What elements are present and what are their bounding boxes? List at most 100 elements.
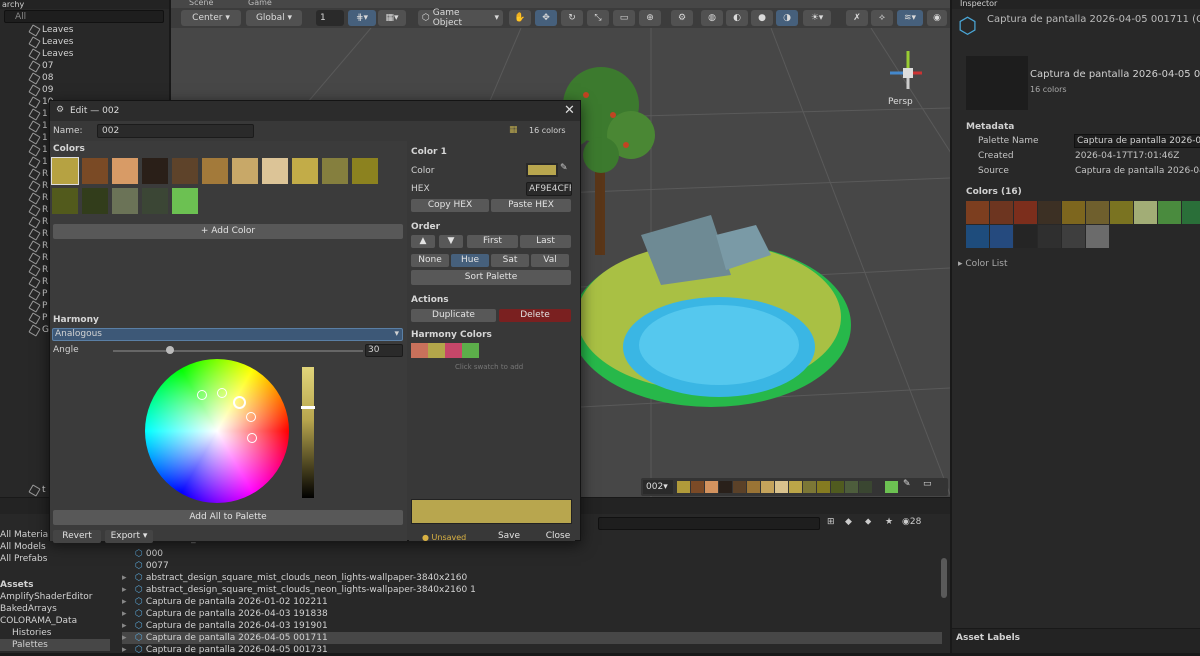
lit-icon[interactable]: ◑ xyxy=(776,10,798,26)
duplicate-button[interactable]: Duplicate xyxy=(411,309,496,322)
overlay-swatch[interactable] xyxy=(719,481,732,493)
harmony-handle[interactable] xyxy=(247,433,257,443)
copy-hex-button[interactable]: Copy HEX xyxy=(411,199,489,212)
name-field[interactable]: 002 xyxy=(97,124,254,138)
game-object-dropdown[interactable]: ⬡ Game Object ▾ xyxy=(418,8,503,28)
lighting-toggle-icon[interactable]: ☀▾ xyxy=(803,10,831,26)
visibility-icon[interactable]: ◉ xyxy=(927,10,947,26)
filter-tag-icon[interactable]: ⬥ xyxy=(865,517,871,527)
angle-slider-track[interactable] xyxy=(113,350,363,352)
harmony-handle[interactable] xyxy=(246,412,256,422)
close-icon[interactable]: ✕ xyxy=(564,103,575,118)
harmony-handle[interactable] xyxy=(197,390,207,400)
sort-mode-val[interactable]: Val xyxy=(531,254,569,267)
hierarchy-item[interactable]: Leaves xyxy=(28,47,73,61)
hierarchy-item[interactable]: 08 xyxy=(28,71,53,85)
palette-swatch[interactable] xyxy=(112,188,138,214)
project-sidebar-item[interactable]: Palettes xyxy=(0,639,110,651)
project-sidebar-item[interactable]: All Prefabs xyxy=(0,553,110,565)
perspective-label[interactable]: Persp xyxy=(888,97,913,107)
palette-overlay-dropdown[interactable]: 002▾ xyxy=(643,480,673,494)
inspector-swatch[interactable] xyxy=(1062,201,1085,224)
sort-mode-none[interactable]: None xyxy=(411,254,449,267)
palette-swatch[interactable] xyxy=(142,188,168,214)
tab-game[interactable]: Game xyxy=(248,0,272,8)
project-sidebar-item[interactable]: COLORAMA_Data xyxy=(0,615,110,627)
palette-swatch[interactable] xyxy=(232,158,258,184)
hierarchy-item[interactable]: 1 xyxy=(28,131,48,145)
overlay-swatch[interactable] xyxy=(691,481,704,493)
palette-swatch[interactable] xyxy=(202,158,228,184)
palette-name-field[interactable]: Captura de pantalla 2026-04- xyxy=(1074,134,1200,148)
orientation-gizmo[interactable]: Persp xyxy=(880,45,936,107)
revert-button[interactable]: Revert xyxy=(53,530,101,543)
first-button[interactable]: First xyxy=(467,235,518,248)
hierarchy-item[interactable]: P xyxy=(28,311,47,325)
hierarchy-item[interactable]: R xyxy=(28,215,48,229)
overlay-swatch[interactable] xyxy=(761,481,774,493)
overlay-swatch[interactable] xyxy=(817,481,830,493)
color-wheel[interactable] xyxy=(145,359,289,503)
project-item[interactable]: ▸ ⬡ Captura de pantalla 2026-04-03 191901 xyxy=(122,620,942,632)
palette-swatch[interactable] xyxy=(262,158,288,184)
hierarchy-item[interactable]: R xyxy=(28,179,48,193)
project-sidebar-item[interactable]: BakedArrays xyxy=(0,603,110,615)
pivot-dropdown[interactable]: Center ▾ xyxy=(181,10,241,26)
project-sidebar-item[interactable]: Assets xyxy=(0,579,110,591)
inspector-swatch[interactable] xyxy=(966,225,989,248)
transform-tool-icon[interactable]: ⊕ xyxy=(639,10,661,26)
hierarchy-item[interactable]: R xyxy=(28,239,48,253)
delete-button[interactable]: Delete xyxy=(499,309,571,322)
palette-swatch[interactable] xyxy=(82,158,108,184)
hierarchy-item[interactable]: P xyxy=(28,299,47,313)
color-field[interactable] xyxy=(526,163,558,177)
inspector-swatch[interactable] xyxy=(990,225,1013,248)
hierarchy-tab[interactable]: archy xyxy=(0,0,169,9)
eyedropper-icon[interactable]: ✎ xyxy=(560,163,568,173)
overlay-swatch[interactable] xyxy=(733,481,746,493)
export-button[interactable]: Export ▾ xyxy=(105,530,153,543)
overlay-swatch[interactable] xyxy=(747,481,760,493)
hierarchy-item[interactable]: 07 xyxy=(28,59,53,73)
palette-swatch[interactable] xyxy=(52,188,78,214)
hierarchy-item[interactable]: 1 xyxy=(28,107,48,121)
overlay-swatch[interactable] xyxy=(705,481,718,493)
sort-palette-button[interactable]: Sort Palette xyxy=(411,270,571,285)
edit-pencil-icon[interactable]: ✎ xyxy=(903,479,911,489)
shaded-icon[interactable]: ● xyxy=(751,10,773,26)
inspector-swatch[interactable] xyxy=(1038,201,1061,224)
inspector-swatch[interactable] xyxy=(1014,225,1037,248)
palette-swatch[interactable] xyxy=(142,158,168,184)
overlay-swatch[interactable] xyxy=(845,481,858,493)
hierarchy-item[interactable]: 09 xyxy=(28,83,53,97)
hierarchy-item[interactable]: R xyxy=(28,275,48,289)
fx-toggle-icon[interactable]: ✗ xyxy=(846,10,868,26)
inspector-swatch[interactable] xyxy=(966,201,989,224)
move-down-button[interactable]: ▼ xyxy=(439,235,463,248)
inspector-swatch[interactable] xyxy=(990,201,1013,224)
hierarchy-item[interactable]: 1 xyxy=(28,119,48,133)
project-item[interactable]: ▸ ⬡ Captura de pantalla 2026-04-03 191838 xyxy=(122,608,942,620)
hierarchy-item[interactable]: Leaves xyxy=(28,23,73,37)
overlay-swatch[interactable] xyxy=(831,481,844,493)
project-item[interactable]: ▸ ⬡ abstract_design_square_mist_clouds_neo… xyxy=(122,584,942,596)
inspector-swatch[interactable] xyxy=(1086,201,1109,224)
project-item[interactable]: ▸ ⬡ Captura de pantalla 2026-01-02 102211 xyxy=(122,596,942,608)
hierarchy-item[interactable]: G xyxy=(28,323,49,337)
harmony-swatch[interactable] xyxy=(445,343,462,358)
save-button[interactable]: Save xyxy=(491,530,527,543)
audio-toggle-icon[interactable]: ⟡ xyxy=(871,10,893,26)
increment-snap-icon[interactable]: ▦▾ xyxy=(378,10,406,26)
project-item[interactable]: ▸ ⬡ Captura de pantalla 2026-04-05 001731 xyxy=(122,644,942,656)
palette-swatch[interactable] xyxy=(51,157,79,185)
rect-tool-icon[interactable]: ▭ xyxy=(613,10,635,26)
shaded-wire-icon[interactable]: ◐ xyxy=(726,10,748,26)
palette-swatch[interactable] xyxy=(112,158,138,184)
hierarchy-item[interactable]: R xyxy=(28,191,48,205)
hierarchy-item[interactable]: R xyxy=(28,251,48,265)
tab-scene[interactable]: Scene xyxy=(189,0,213,8)
primary-color-handle[interactable] xyxy=(233,396,246,409)
hex-field[interactable]: AF9E4CFF xyxy=(526,182,572,196)
space-dropdown[interactable]: Global ▾ xyxy=(246,10,302,26)
harmony-dropdown[interactable]: Analogous ▾ xyxy=(52,328,403,341)
